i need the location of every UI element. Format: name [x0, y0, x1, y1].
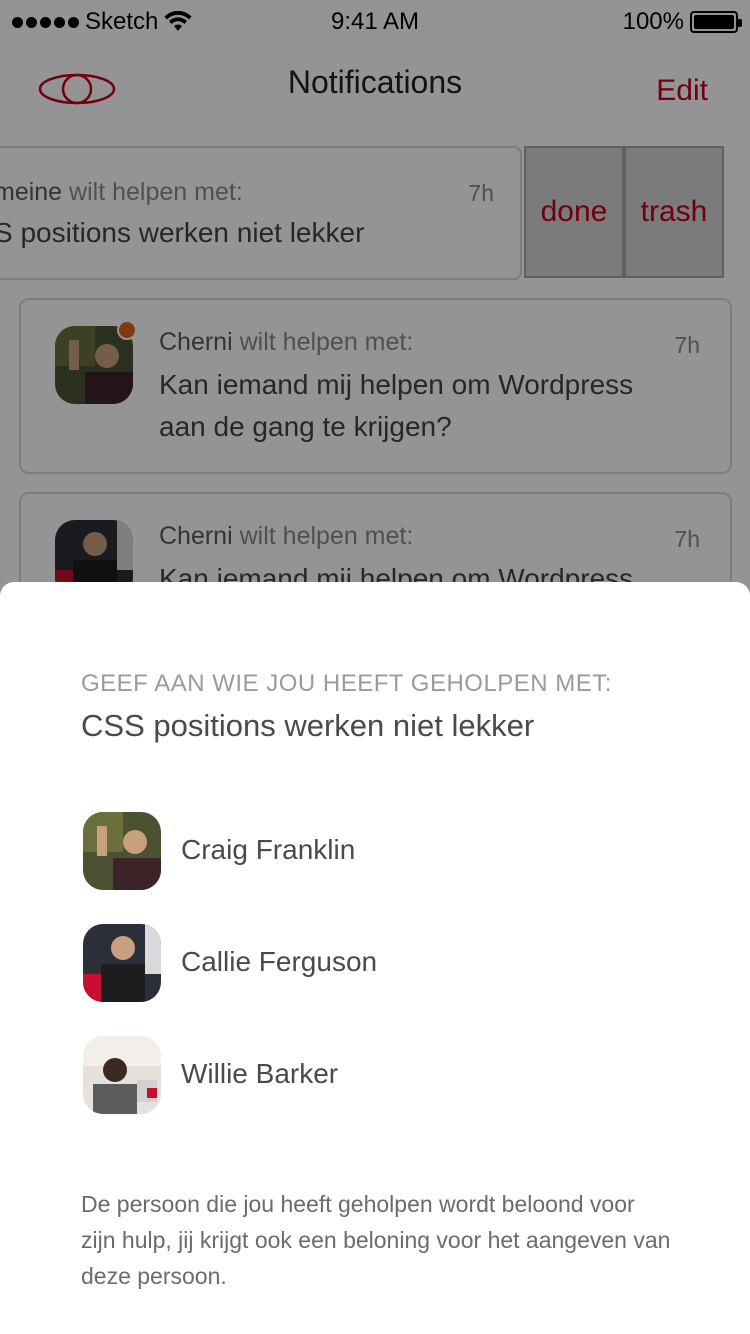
avatar: [83, 924, 161, 1002]
avatar: [83, 1036, 161, 1114]
helper-name: Callie Ferguson: [181, 946, 378, 977]
helper-name: Craig Franklin: [181, 834, 356, 865]
sheet-footer-text: De persoon die jou heeft geholpen wordt …: [81, 1191, 671, 1289]
bottom-sheet: GEEF AAN WIE JOU HEEFT GEHOLPEN MET: CSS…: [0, 582, 750, 1334]
helper-option[interactable]: Craig Franklin: [83, 812, 683, 890]
helper-option[interactable]: Callie Ferguson: [83, 924, 683, 1002]
helper-name: Willie Barker: [181, 1058, 339, 1089]
helper-option[interactable]: Willie Barker: [83, 1036, 683, 1114]
screen: Sketch 9:41 AM 100% Notifications Edit m…: [0, 0, 750, 1334]
sheet-subject: CSS positions werken niet lekker: [81, 708, 535, 743]
avatar: [83, 812, 161, 890]
sheet-heading: GEEF AAN WIE JOU HEEFT GEHOLPEN MET:: [81, 670, 612, 697]
